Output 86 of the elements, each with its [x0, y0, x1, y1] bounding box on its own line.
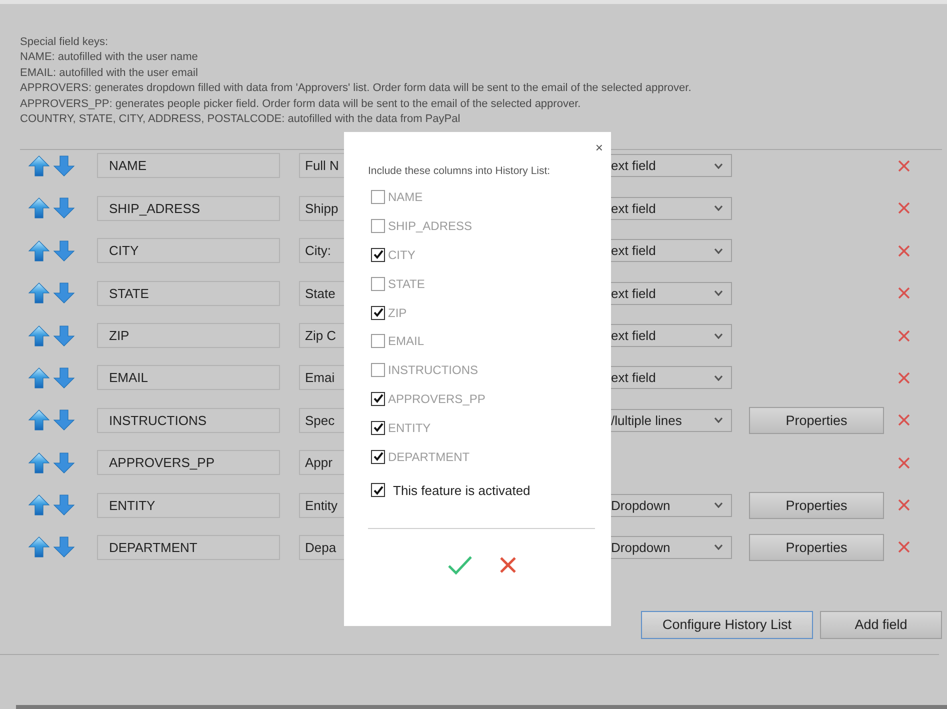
key-input-field[interactable]: INSTRUCTIONS — [97, 408, 280, 433]
help-text: APPROVERS: generates dropdown filled with data from 'Approvers' list. Order form data will be sent to the email of the selected approver. — [20, 81, 692, 96]
down-arrow-icon[interactable] — [53, 282, 75, 304]
down-arrow-icon[interactable] — [53, 154, 75, 177]
column-label: EMAIL — [388, 334, 424, 348]
up-arrow-icon[interactable] — [28, 197, 50, 220]
delete-icon[interactable] — [898, 541, 910, 554]
down-arrow-icon[interactable] — [53, 536, 75, 558]
down-arrow-icon[interactable] — [53, 494, 75, 516]
activation-label: This feature is activated — [393, 482, 530, 498]
help-text: EMAIL: autofilled with the user email — [20, 66, 199, 81]
chevron-down-icon — [714, 290, 723, 296]
column-label: STATE — [388, 276, 425, 291]
key-input-field[interactable]: CITY — [97, 238, 280, 264]
column-label: CITY — [388, 248, 416, 262]
delete-icon[interactable] — [898, 202, 910, 214]
checkbox[interactable] — [371, 334, 385, 348]
help-title: Special field keys: — [20, 35, 110, 50]
checkbox[interactable] — [371, 392, 385, 406]
column-label: SHIP_ADRESS — [388, 219, 472, 234]
key-input-field[interactable]: STATE — [97, 280, 280, 306]
checkbox[interactable] — [371, 276, 385, 291]
delete-icon[interactable] — [898, 372, 910, 384]
checkbox[interactable] — [371, 450, 385, 464]
chevron-down-icon — [714, 417, 723, 424]
down-arrow-icon[interactable] — [53, 452, 75, 474]
key-input-field[interactable]: ZIP — [97, 323, 280, 348]
key-input-field[interactable]: APPROVERS_PP — [97, 450, 280, 476]
delete-icon[interactable] — [898, 160, 910, 172]
chevron-down-icon — [714, 162, 723, 169]
up-arrow-icon[interactable] — [28, 409, 50, 432]
action-button[interactable]: Configure History List — [641, 610, 813, 639]
checkbox[interactable] — [371, 483, 385, 498]
column-label: INSTRUCTIONS — [388, 363, 478, 378]
confirm-check-icon[interactable] — [446, 554, 472, 575]
column-label: ZIP — [388, 306, 407, 320]
checkbox[interactable] — [371, 420, 385, 435]
chevron-down-icon — [714, 205, 723, 212]
checkbox[interactable] — [371, 306, 385, 320]
delete-icon[interactable] — [898, 244, 910, 257]
column-label: ENTITY — [388, 420, 431, 435]
chevron-down-icon — [714, 544, 723, 550]
delete-icon[interactable] — [898, 330, 910, 342]
chevron-down-icon — [714, 374, 723, 381]
help-text: NAME: autofilled with the user name — [20, 50, 199, 66]
down-arrow-icon[interactable] — [53, 366, 75, 389]
down-arrow-icon[interactable] — [53, 197, 75, 220]
close-button[interactable]: × — [593, 141, 605, 155]
chevron-down-icon — [714, 332, 723, 338]
up-arrow-icon[interactable] — [28, 452, 50, 474]
properties-button[interactable]: Properties — [749, 534, 884, 561]
cancel-x-icon[interactable] — [498, 556, 516, 574]
help-text: APPROVERS_PP: generates people picker field. Order form data will be sent to the email of the selected approver. — [20, 96, 582, 112]
up-arrow-icon[interactable] — [28, 240, 50, 262]
column-label: APPROVERS_PP — [388, 392, 486, 406]
delete-icon[interactable] — [898, 414, 910, 426]
checkbox[interactable] — [371, 248, 385, 262]
chevron-down-icon — [714, 502, 723, 508]
delete-icon[interactable] — [898, 456, 910, 469]
key-input-field[interactable]: NAME — [97, 153, 280, 178]
up-arrow-icon[interactable] — [28, 366, 50, 389]
chevron-down-icon — [714, 248, 723, 254]
delete-icon[interactable] — [898, 499, 910, 512]
dialog-heading: Include these columns into History List: — [368, 165, 552, 177]
column-label: NAME — [388, 190, 423, 204]
up-arrow-icon[interactable] — [28, 324, 50, 346]
column-label: DEPARTMENT — [388, 450, 470, 464]
down-arrow-icon[interactable] — [53, 409, 75, 432]
delete-icon[interactable] — [898, 287, 910, 300]
up-arrow-icon[interactable] — [28, 536, 50, 558]
key-input-field[interactable]: ENTITY — [97, 492, 280, 518]
up-arrow-icon[interactable] — [28, 494, 50, 516]
down-arrow-icon[interactable] — [53, 240, 75, 262]
up-arrow-icon[interactable] — [28, 154, 50, 177]
properties-button[interactable]: Properties — [749, 406, 884, 434]
key-input-field[interactable]: DEPARTMENT — [97, 534, 280, 560]
properties-button[interactable]: Properties — [749, 492, 884, 519]
up-arrow-icon[interactable] — [28, 282, 50, 304]
action-button[interactable]: Add field — [820, 610, 942, 639]
checkbox[interactable] — [371, 219, 385, 234]
help-text: COUNTRY, STATE, CITY, ADDRESS, POSTALCODE: autofilled with the data from PayPal — [20, 112, 462, 128]
checkbox[interactable] — [371, 190, 385, 204]
key-input-field[interactable]: EMAIL — [97, 365, 280, 390]
checkbox[interactable] — [371, 363, 385, 378]
down-arrow-icon[interactable] — [53, 324, 75, 346]
key-input-field[interactable]: SHIP_ADRESS — [97, 196, 280, 221]
